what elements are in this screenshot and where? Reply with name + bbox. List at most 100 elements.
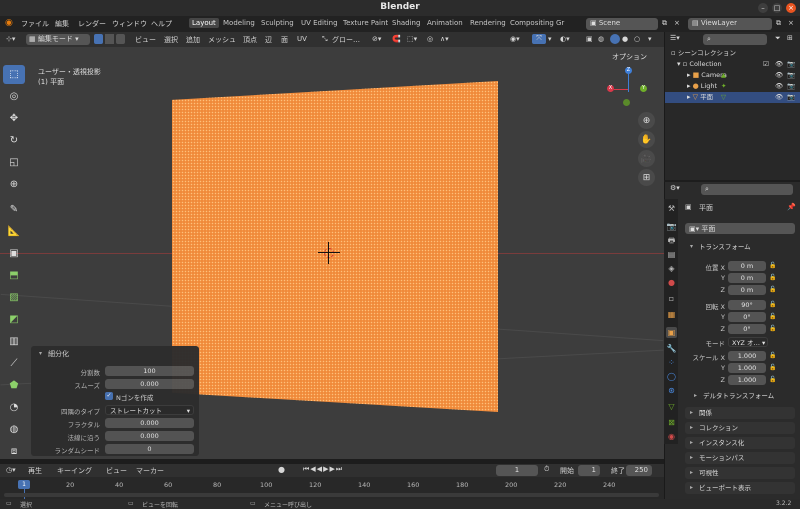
visibility-section[interactable]: ▸ 可視性 [685, 467, 795, 479]
smooth-tool-icon[interactable]: ◍ [3, 420, 25, 439]
filter-icon[interactable]: ⏷ [775, 34, 781, 43]
scale-x-field[interactable]: 1.000 [728, 351, 766, 361]
rotation-x-field[interactable]: 90° [728, 300, 766, 310]
proportional-edit-icon[interactable]: ◎ [427, 35, 433, 43]
shading-solid-icon[interactable] [610, 34, 620, 44]
gizmo-icon[interactable]: ⤧ [532, 34, 546, 44]
select-box-tool-icon[interactable]: ⬚ [3, 65, 25, 84]
uv-tab-icon[interactable]: ⊠ [666, 417, 677, 428]
viewport-display-section[interactable]: ▸ ビューポート表示 [685, 482, 795, 494]
render-camera-icon[interactable]: 📷 [787, 81, 795, 92]
annotate-tool-icon[interactable]: ✎ [3, 200, 25, 219]
menu-marker[interactable]: マーカー [136, 466, 164, 476]
tab-rendering[interactable]: Rendering [467, 18, 509, 28]
physics-tab-icon[interactable]: ◯ [666, 371, 677, 382]
move-tool-icon[interactable]: ✥ [3, 109, 25, 128]
exclude-checkbox-icon[interactable]: ☑ [763, 59, 769, 70]
rotation-y-field[interactable]: 0° [728, 312, 766, 322]
perspective-grid-icon[interactable]: ⊞ [638, 169, 655, 186]
new-collection-icon[interactable]: ⊞ [787, 34, 793, 42]
expand-arrow-icon[interactable]: ▸ [687, 70, 691, 81]
fractal-field[interactable]: 0.000 [105, 418, 194, 428]
random-seed-field[interactable]: 0 [105, 444, 194, 454]
minimize-button[interactable]: – [758, 3, 768, 13]
menu-select[interactable]: 選択 [164, 35, 178, 45]
start-frame-field[interactable]: 1 [578, 465, 600, 476]
gizmo-dropdown-icon[interactable]: ▾ [548, 35, 552, 43]
falloff-icon[interactable]: ∧▾ [440, 35, 449, 43]
current-frame-field[interactable]: 1 [496, 465, 538, 476]
shading-material-icon[interactable]: ● [622, 35, 628, 43]
cuts-field[interactable]: 100 [105, 366, 194, 376]
overlays-icon[interactable]: ◐▾ [560, 35, 570, 43]
expand-arrow-icon[interactable]: ▸ [687, 81, 691, 92]
location-x-field[interactable]: 0 m [728, 261, 766, 271]
menu-keying[interactable]: キーイング [57, 466, 92, 476]
transform-section-header[interactable]: ▾ トランスフォーム [685, 241, 795, 253]
collections-section[interactable]: ▸ コレクション [685, 422, 795, 434]
scene-selector[interactable]: ▣ Scene [586, 18, 658, 30]
relations-section[interactable]: ▸ 関係 [685, 407, 795, 419]
render-camera-icon[interactable]: 📷 [787, 70, 795, 81]
vertex-select-icon[interactable] [94, 34, 103, 44]
collection-tab-icon[interactable]: ▫ [666, 293, 677, 304]
view-object-types-icon[interactable]: ◉▾ [510, 35, 520, 43]
view-layer-copy-icon[interactable]: ⧉ [776, 19, 781, 28]
end-frame-field[interactable]: 250 [626, 465, 652, 476]
rotation-mode-select[interactable]: XYZ オ… ▾ [728, 337, 768, 347]
tab-layout[interactable]: Layout [189, 18, 219, 28]
visibility-eye-icon[interactable]: 👁 [775, 81, 783, 92]
tree-row-light[interactable]: ▸ ● Light ✦ 👁 📷 [687, 81, 799, 92]
edge-select-icon[interactable] [105, 34, 114, 44]
world-tab-icon[interactable]: ● [666, 277, 677, 288]
motion-paths-section[interactable]: ▸ モーションパス [685, 452, 795, 464]
transform-tool-icon[interactable]: ⊕ [3, 175, 25, 194]
view-layer-tab-icon[interactable]: ▤ [666, 249, 677, 260]
collapse-arrow-icon[interactable]: ▾ [39, 350, 42, 357]
view-layer-selector[interactable]: ▤ ViewLayer [688, 18, 772, 30]
ngon-checkbox[interactable]: ✓ [105, 392, 113, 400]
modifier-tab-icon[interactable]: 🔧 [666, 343, 677, 354]
render-camera-icon[interactable]: 📷 [787, 59, 795, 70]
tree-row-collection[interactable]: ▾ ▫ Collection ☑ 👁 📷 [677, 59, 799, 70]
scale-tool-icon[interactable]: ◱ [3, 153, 25, 172]
visibility-eye-icon[interactable]: 👁 [775, 59, 783, 70]
properties-search[interactable]: ⌕ [701, 184, 793, 195]
tab-texture-paint[interactable]: Texture Paint [340, 18, 391, 28]
lock-icon[interactable]: 🔓 [769, 274, 776, 281]
smoothness-field[interactable]: 0.000 [105, 379, 194, 389]
record-icon[interactable]: ● [278, 465, 285, 474]
properties-editor-icon[interactable]: ⚙▾ [670, 184, 680, 192]
tab-shading[interactable]: Shading [389, 18, 423, 28]
editor-type-icon[interactable]: ⊹▾ [6, 35, 15, 43]
rotation-z-field[interactable]: 0° [728, 324, 766, 334]
pivot-icon[interactable]: ⊘▾ [372, 35, 381, 43]
bevel-tool-icon[interactable]: ◩ [3, 310, 25, 329]
measure-tool-icon[interactable]: 📐 [3, 222, 25, 241]
render-camera-icon[interactable]: 📷 [787, 92, 795, 103]
options-dropdown[interactable]: オプション [612, 52, 647, 62]
cursor-tool-icon[interactable]: ◎ [3, 87, 25, 106]
menu-render[interactable]: レンダー [78, 19, 106, 29]
tree-row-camera[interactable]: ▸ ■ Camera ▲ 👁 📷 [687, 70, 799, 81]
inset-tool-icon[interactable]: ▨ [3, 288, 25, 307]
lock-icon[interactable]: 🔓 [769, 364, 776, 371]
visibility-eye-icon[interactable]: 👁 [775, 92, 783, 103]
lock-icon[interactable]: 🔓 [769, 262, 776, 269]
menu-playback[interactable]: 再生 [28, 466, 42, 476]
location-y-field[interactable]: 0 m [728, 273, 766, 283]
lock-icon[interactable]: 🔓 [769, 376, 776, 383]
tab-sculpting[interactable]: Sculpting [258, 18, 297, 28]
particles-tab-icon[interactable]: ⁘ [666, 357, 677, 368]
lock-icon[interactable]: 🔓 [769, 325, 776, 332]
pan-hand-icon[interactable]: ✋ [638, 131, 655, 148]
tab-animation[interactable]: Animation [424, 18, 466, 28]
menu-uv[interactable]: UV [297, 35, 307, 43]
timeline-editor-icon[interactable]: ◷▾ [6, 466, 16, 474]
render-tab-icon[interactable]: 📷 [666, 221, 677, 232]
clock-icon[interactable]: ⏱ [544, 465, 549, 474]
corner-type-select[interactable]: ストレートカット ▾ [105, 405, 194, 415]
orientation-selector[interactable]: グロー… [332, 35, 360, 45]
lock-icon[interactable]: 🔓 [769, 313, 776, 320]
shading-rendered-icon[interactable]: ○ [634, 35, 640, 43]
